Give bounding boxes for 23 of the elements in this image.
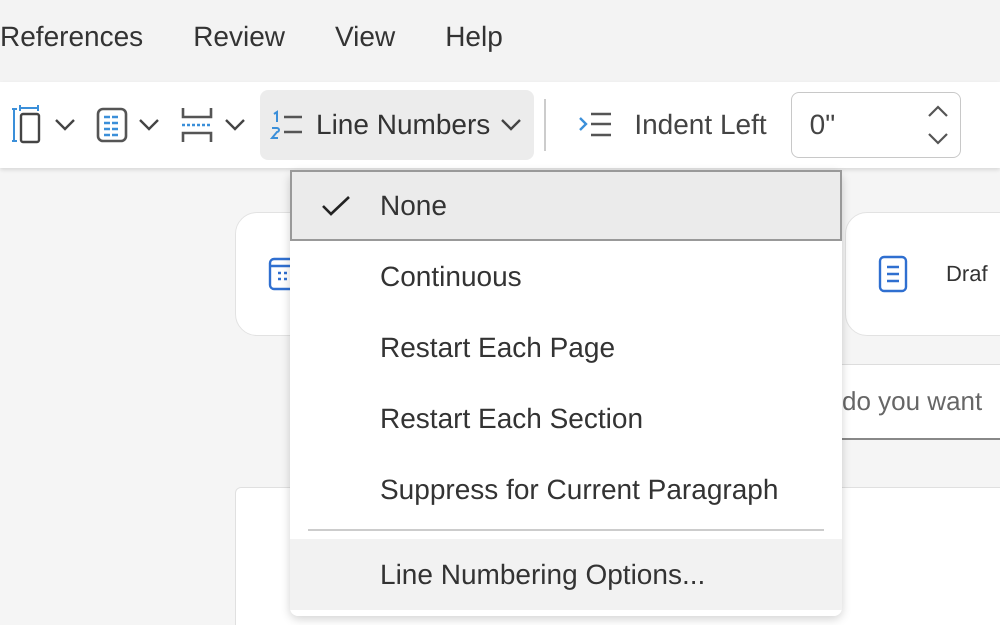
menu-item[interactable]: Help: [445, 21, 503, 61]
document-icon: [878, 255, 908, 293]
line-numbers-button[interactable]: Line Numbers: [260, 90, 534, 160]
card-label: Draf: [946, 261, 988, 287]
card[interactable]: Draf: [845, 212, 1000, 336]
menu-option[interactable]: Restart Each Page: [290, 312, 842, 383]
menu-option[interactable]: Continuous: [290, 241, 842, 312]
menu-option[interactable]: Line Numbering Options...: [290, 539, 842, 610]
chevron-icon: [500, 118, 522, 132]
menu-item[interactable]: View: [335, 21, 396, 61]
menu-option[interactable]: Suppress for Current Paragraph: [290, 454, 842, 525]
menu-option[interactable]: None: [290, 170, 842, 241]
table-icon: [96, 107, 128, 143]
menu-item[interactable]: References: [0, 21, 144, 61]
menu-item[interactable]: Review: [193, 21, 285, 61]
chevron-icon: [54, 118, 76, 132]
chevron-icon: [138, 118, 160, 132]
indent-spinner[interactable]: 0": [790, 92, 961, 158]
chevron-icon: [224, 118, 246, 132]
menu-option[interactable]: Restart Each Section: [290, 383, 842, 454]
indent-label: Indent Left: [634, 109, 767, 141]
table-icon: [268, 257, 292, 291]
page-break-icon: [180, 106, 214, 144]
